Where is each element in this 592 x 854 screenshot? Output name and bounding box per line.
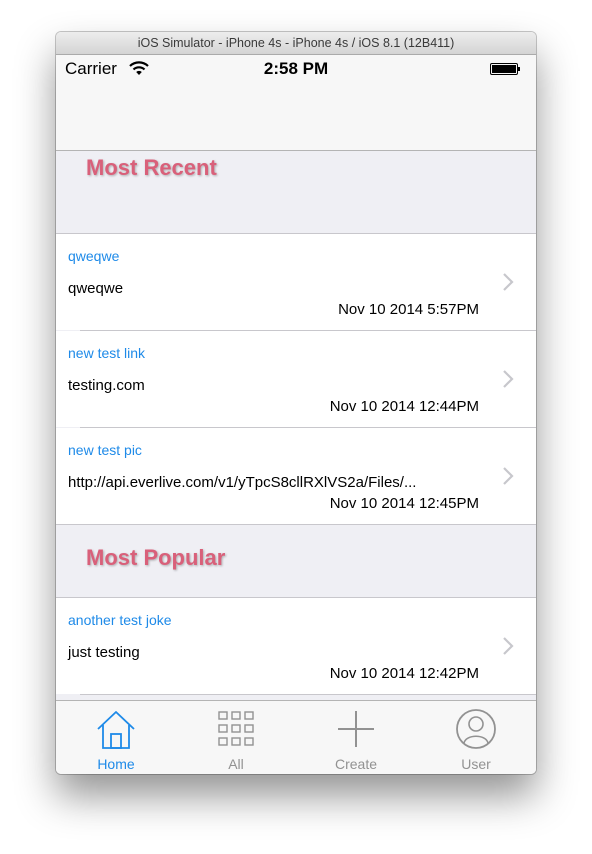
- chevron-right-icon: [503, 273, 514, 291]
- chevron-right-icon: [503, 370, 514, 388]
- item-date: Nov 10 2014 5:57PM: [338, 301, 479, 318]
- item-date: Nov 10 2014 12:44PM: [329, 398, 479, 415]
- item-subtitle: testing.com: [68, 377, 145, 394]
- row-separator: [80, 694, 536, 695]
- chevron-right-icon: [503, 637, 514, 655]
- section-title: Most Recent: [86, 155, 217, 180]
- tab-create[interactable]: Create: [296, 701, 416, 774]
- user-icon: [456, 709, 496, 749]
- section-header-most-recent: Most Recent: [56, 151, 536, 233]
- item-subtitle: just testing: [68, 644, 140, 661]
- item-title: another test joke: [68, 612, 172, 628]
- list-item[interactable]: new test link testing.com Nov 10 2014 12…: [56, 331, 536, 427]
- status-time: 2:58 PM: [263, 59, 329, 78]
- home-icon: [97, 711, 135, 749]
- item-title: new test link: [68, 345, 146, 361]
- feed-table[interactable]: Most Recent qweqwe qweqwe Nov 10 2014 5:…: [56, 151, 536, 700]
- list-item[interactable]: qweqwe qweqwe Nov 10 2014 5:57PM: [56, 234, 536, 330]
- item-date: Nov 10 2014 12:42PM: [329, 665, 479, 682]
- tab-label: Create: [334, 756, 378, 772]
- plus-icon: [338, 711, 374, 747]
- battery-icon: [490, 63, 520, 75]
- navigation-bar: [56, 85, 536, 151]
- window-titlebar: iOS Simulator - iPhone 4s - iPhone 4s / …: [56, 32, 536, 55]
- item-title: new test pic: [68, 442, 142, 458]
- item-subtitle: http://api.everlive.com/v1/yTpcS8cllRXlV…: [68, 474, 417, 491]
- tab-user[interactable]: User: [416, 701, 536, 774]
- tab-home[interactable]: Home: [56, 701, 176, 774]
- section-title: Most Popular: [86, 545, 226, 570]
- tab-label: User: [461, 756, 491, 772]
- item-subtitle: qweqwe: [68, 280, 124, 297]
- chevron-right-icon: [503, 467, 514, 485]
- status-bar: Carrier 2:58 PM: [56, 55, 536, 85]
- list-item[interactable]: new test pic http://api.everlive.com/v1/…: [56, 428, 536, 524]
- tab-label: Home: [97, 756, 135, 772]
- item-date: Nov 10 2014 12:45PM: [329, 495, 479, 512]
- list-item[interactable]: another test joke just testing Nov 10 20…: [56, 598, 536, 694]
- simulator-window: iOS Simulator - iPhone 4s - iPhone 4s / …: [56, 32, 536, 774]
- tab-bar: Home All Create User: [56, 700, 536, 774]
- grid-icon: [218, 711, 254, 746]
- section-header-most-popular: Most Popular: [56, 525, 536, 597]
- tab-label: All: [228, 756, 244, 772]
- item-title: qweqwe: [68, 248, 120, 264]
- tab-all[interactable]: All: [176, 701, 296, 774]
